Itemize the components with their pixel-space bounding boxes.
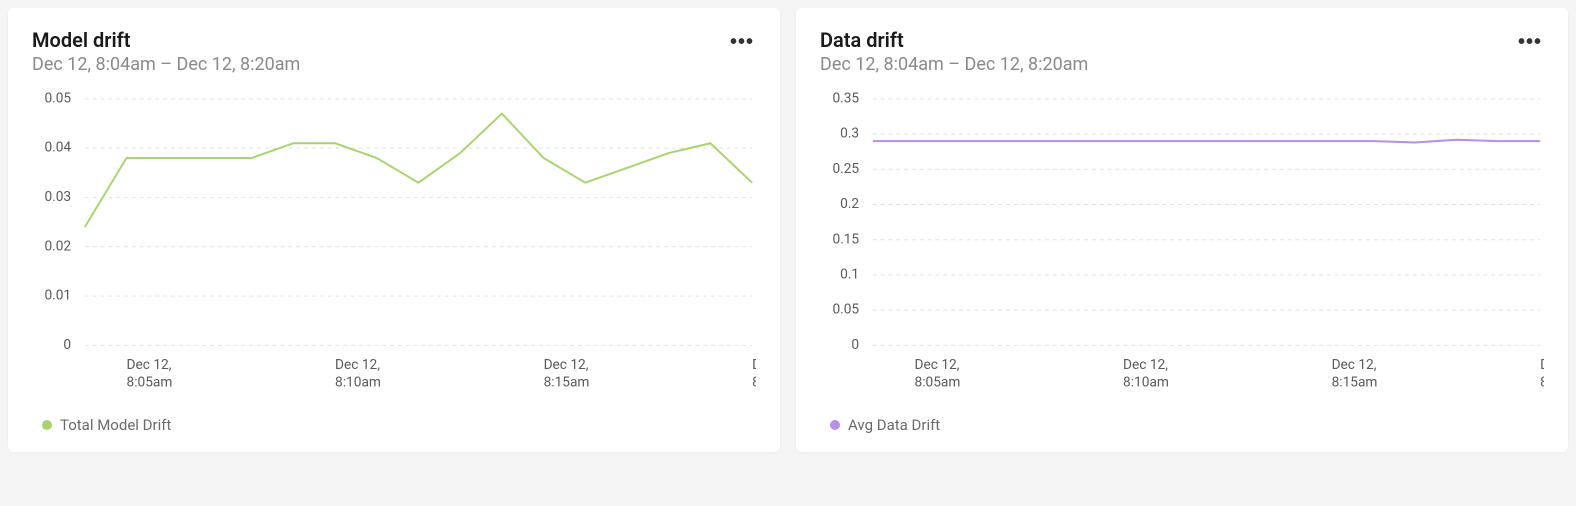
card-subtitle: Dec 12, 8:04am – Dec 12, 8:20am [32, 54, 300, 75]
legend-label: Avg Data Drift [848, 416, 940, 434]
ellipsis-icon: ••• [1518, 31, 1542, 53]
x-axis-tick-label: Dec 12,8:05am [915, 357, 961, 391]
y-axis-tick-label: 0.1 [840, 267, 859, 283]
x-axis-tick-label: D8 [1540, 357, 1544, 391]
model-drift-chart: 0 0.01 0.02 0.03 0.04 0.05 Dec 12,8:05am Dec 12… [32, 91, 756, 404]
x-axis-tick-label: Dec 12,8:15am [544, 357, 590, 391]
y-axis-tick-label: 0 [63, 337, 71, 353]
chart-svg: 0 0.05 0.1 0.15 0.2 0.25 0.3 0.35 Dec 12,8:05am D… [820, 91, 1544, 404]
y-axis-tick-label: 0.01 [44, 288, 71, 304]
y-axis-tick-label: 0.25 [832, 161, 859, 177]
y-axis-tick-label: 0.05 [832, 302, 859, 318]
legend-label: Total Model Drift [60, 416, 171, 434]
card-title: Data drift [820, 28, 1088, 52]
y-axis-tick-label: 0.05 [44, 91, 71, 106]
card-header: Model drift Dec 12, 8:04am – Dec 12, 8:2… [32, 28, 756, 75]
dashboard: Model drift Dec 12, 8:04am – Dec 12, 8:2… [8, 8, 1568, 452]
card-title: Model drift [32, 28, 300, 52]
ellipsis-icon: ••• [730, 31, 754, 53]
card-subtitle: Dec 12, 8:04am – Dec 12, 8:20am [820, 54, 1088, 75]
x-axis-tick-label: Dec 12,8:10am [335, 357, 381, 391]
data-drift-card: Data drift Dec 12, 8:04am – Dec 12, 8:20… [796, 8, 1568, 452]
card-header: Data drift Dec 12, 8:04am – Dec 12, 8:20… [820, 28, 1544, 75]
series-line [873, 140, 1540, 143]
y-axis-tick-label: 0.35 [832, 91, 859, 106]
x-axis-tick-label: Dec 12,8:10am [1123, 357, 1169, 391]
y-axis-tick-label: 0.3 [840, 126, 859, 142]
series-line [85, 114, 752, 227]
x-axis-tick-label: Dec 12,8:15am [1332, 357, 1378, 391]
chart-legend: Total Model Drift [32, 416, 756, 434]
y-axis-tick-label: 0.03 [44, 189, 71, 205]
x-axis-tick-label: D8 [752, 357, 756, 391]
y-axis-tick-label: 0.2 [840, 196, 859, 212]
chart-legend: Avg Data Drift [820, 416, 1544, 434]
y-axis-tick-label: 0.04 [44, 140, 71, 156]
more-options-button[interactable]: ••• [728, 28, 756, 56]
legend-swatch-icon [42, 420, 52, 430]
more-options-button[interactable]: ••• [1516, 28, 1544, 56]
legend-swatch-icon [830, 420, 840, 430]
y-axis-tick-label: 0.15 [832, 231, 859, 247]
y-axis-tick-label: 0.02 [44, 238, 71, 254]
data-drift-chart: 0 0.05 0.1 0.15 0.2 0.25 0.3 0.35 Dec 12,8:05am D… [820, 91, 1544, 404]
model-drift-card: Model drift Dec 12, 8:04am – Dec 12, 8:2… [8, 8, 780, 452]
chart-svg: 0 0.01 0.02 0.03 0.04 0.05 Dec 12,8:05am Dec 12… [32, 91, 756, 404]
x-axis-tick-label: Dec 12,8:05am [127, 357, 173, 391]
y-axis-tick-label: 0 [851, 337, 859, 353]
